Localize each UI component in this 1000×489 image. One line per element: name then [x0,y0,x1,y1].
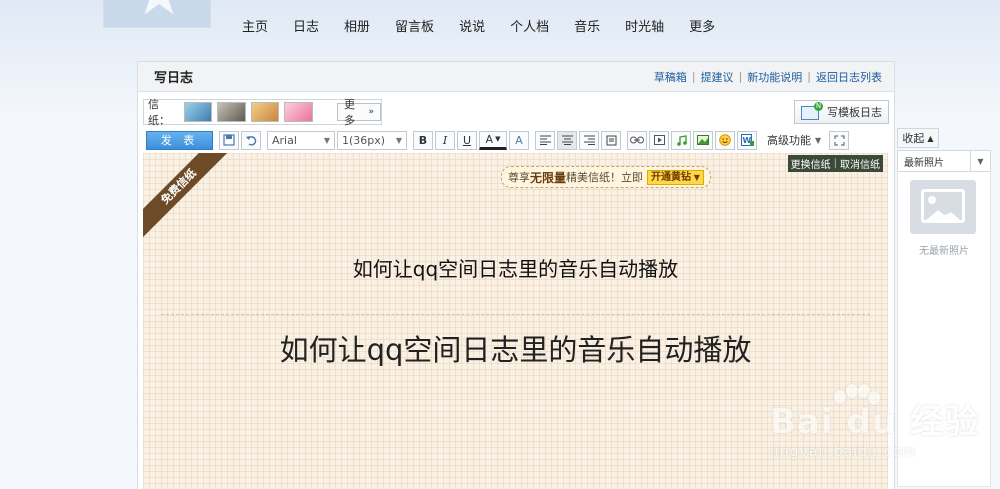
music-icon[interactable] [671,130,691,150]
nav-item-moments[interactable]: 说说 [459,16,485,35]
stationery-thumb-3[interactable] [250,102,280,122]
photo-source-select[interactable]: 最新照片 ▼ [897,150,991,172]
image-icon[interactable] [693,130,713,150]
chevron-down-icon: ▼ [323,135,330,145]
chevron-down-icon: ▼ [691,172,700,182]
nav-item-album[interactable]: 相册 [344,16,370,35]
double-chevron-down-icon: » [368,107,375,117]
promo-prefix: 尊享 [508,171,530,184]
blog-heading-small: 如何让qq空间日志里的音乐自动播放 [352,257,679,281]
new-features-link[interactable]: 新功能说明 [747,69,802,85]
emoji-icon[interactable] [715,130,735,150]
stationery-thumb-2[interactable] [217,102,246,122]
video-icon[interactable] [649,130,669,150]
template-blog-button[interactable]: N 写模板日志 [794,100,889,124]
link-separator: | [738,70,743,83]
stationery-switch-bar: 更换信纸 | 取消信纸 [787,155,883,172]
align-left-icon[interactable] [535,130,555,150]
drafts-link[interactable]: 草稿箱 [654,69,687,85]
word-import-icon[interactable]: W [737,130,757,150]
stationery-thumb-1[interactable] [183,102,213,122]
panel-header: 写日志 草稿箱 | 提建议 | 新功能说明 | 返回日志列表 [138,62,894,92]
underline-icon[interactable]: U [457,130,477,150]
publish-button[interactable]: 发 表 [146,130,213,150]
link-icon[interactable] [627,130,647,150]
free-stationery-ribbon: 免费信纸 [143,153,236,244]
no-photo-text: 无最新照片 [919,246,969,257]
panel-links: 草稿箱 | 提建议 | 新功能说明 | 返回日志列表 [654,69,882,85]
promo-suffix: 精美信纸！立即 [566,171,644,184]
advanced-features-label: 高级功能 [767,134,811,147]
stationery-selector: 信纸： 更多 » [143,98,382,127]
template-blog-label: 写模板日志 [827,106,882,119]
blog-heading-large: 如何让qq空间日志里的音乐自动播放 [279,333,752,367]
chevron-down-icon: ▼ [970,151,990,171]
align-right-icon[interactable] [579,130,599,150]
italic-icon[interactable]: I [435,130,455,150]
baidu-jingyan-watermark: Bai du 经验 jingyan.baidu.com [770,382,990,472]
dashed-divider [161,314,870,315]
more-stationery-label: 更多 [343,98,355,127]
align-center-icon[interactable] [557,130,577,150]
font-family-select[interactable]: Arial ▼ [267,130,335,150]
watermark-brand: Bai du 经验 [770,402,980,442]
collapse-sidebar-button[interactable]: 收起 ▲ [897,128,939,148]
link-separator: | [691,70,696,83]
nav-item-guestbook[interactable]: 留言板 [395,16,434,35]
bold-icon[interactable]: B [413,130,433,150]
chevron-down-icon: ▼ [815,135,822,145]
font-size-value: 1(36px) [342,133,386,147]
save-icon[interactable] [219,130,239,150]
fullscreen-icon[interactable] [829,130,850,150]
main-nav: 主页 日志 相册 留言板 说说 个人档 音乐 时光轴 更多 [242,16,740,35]
panel-title: 写日志 [154,71,194,86]
stationery-label: 信纸： [148,98,170,127]
font-family-value: Arial [272,133,297,147]
collapse-label: 收起 [902,132,925,145]
nav-item-blog[interactable]: 日志 [293,16,319,35]
editor-toolbar: 发 表 Arial ▼ 1(36px) ▼ B I U A ▼ A W 高级功能… [146,130,888,150]
paragraph-icon[interactable] [601,130,621,150]
highlight-icon[interactable]: A [509,130,529,150]
link-separator: | [807,70,811,83]
chevron-up-icon: ▲ [927,133,934,143]
advanced-features-dropdown[interactable]: 高级功能 ▼ [767,132,821,148]
avatar[interactable] [103,0,211,28]
promo-bold: 无限量 [530,170,567,185]
nav-item-timeline[interactable]: 时光轴 [625,16,664,35]
chevron-down-icon: ▼ [395,135,402,145]
nav-item-home[interactable]: 主页 [242,16,268,35]
nav-item-profile[interactable]: 个人档 [510,16,549,35]
font-color-icon[interactable]: A ▼ [479,130,507,150]
nav-item-more[interactable]: 更多 [689,16,715,35]
back-to-list-link[interactable]: 返回日志列表 [816,69,882,85]
link-separator: | [833,158,837,169]
undo-icon[interactable] [241,130,261,150]
more-stationery-button[interactable]: 更多 » [336,98,382,127]
font-size-select[interactable]: 1(36px) ▼ [337,130,407,150]
nav-item-music[interactable]: 音乐 [574,16,600,35]
cancel-stationery-button[interactable]: 取消信纸 [840,156,880,171]
default-avatar-star-icon [135,0,183,15]
open-vip-label: 开通黄钻 [651,171,692,183]
vip-promo-banner: 尊享 无限量 精美信纸！立即 开通黄钻 ▼ [501,166,711,188]
stationery-thumb-4[interactable] [284,102,313,122]
photo-placeholder-icon [910,180,976,234]
photo-source-value: 最新照片 [904,157,944,169]
open-vip-button[interactable]: 开通黄钻 ▼ [647,169,704,185]
watermark-url: jingyan.baidu.com [770,444,917,460]
switch-stationery-button[interactable]: 更换信纸 [791,156,831,171]
feedback-link[interactable]: 提建议 [701,69,734,85]
template-icon: N [801,102,823,120]
